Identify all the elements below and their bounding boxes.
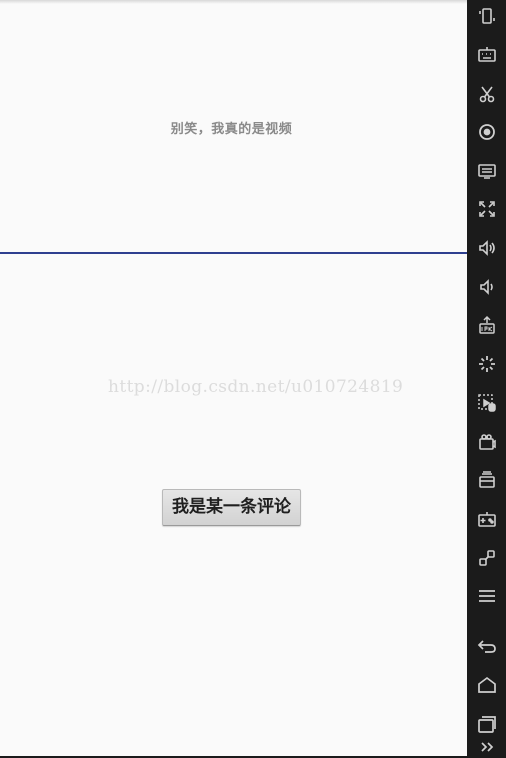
recent-apps-button[interactable] xyxy=(467,706,506,742)
display-button[interactable] xyxy=(467,153,506,189)
app-screen: 别笑，我真的是视频 http://blog.csdn.net/u01072481… xyxy=(0,0,467,756)
video-placeholder-text: 别笑，我真的是视频 xyxy=(170,122,293,137)
sd-card-icon xyxy=(478,471,495,488)
location-button[interactable] xyxy=(467,114,506,150)
more-button[interactable] xyxy=(467,738,506,758)
link-button[interactable] xyxy=(467,540,506,576)
keyboard-button[interactable] xyxy=(467,37,506,73)
display-icon xyxy=(477,164,496,179)
camera-button[interactable] xyxy=(467,424,506,460)
apk-install-icon xyxy=(478,315,495,334)
sd-card-button[interactable] xyxy=(467,462,506,498)
more-icon xyxy=(480,742,493,752)
camera-icon xyxy=(478,434,496,450)
apk-install-button[interactable] xyxy=(467,307,506,343)
watermark-text: http://blog.csdn.net/u010724819 xyxy=(108,377,404,397)
brightness-button[interactable] xyxy=(467,346,506,382)
scissors-icon xyxy=(479,86,494,103)
gamepad-button[interactable] xyxy=(467,501,506,537)
rotate-device-icon xyxy=(478,8,495,24)
location-icon xyxy=(478,124,495,140)
home-icon xyxy=(477,676,496,693)
fullscreen-icon xyxy=(478,201,495,217)
volume-down-button[interactable] xyxy=(467,269,506,305)
back-icon xyxy=(477,640,496,653)
screen-record-button[interactable] xyxy=(467,385,506,421)
volume-down-icon xyxy=(479,279,493,295)
rotate-device-button[interactable] xyxy=(467,0,506,34)
section-divider xyxy=(0,252,467,254)
scissors-button[interactable] xyxy=(467,76,506,112)
comment-button[interactable]: 我是某一条评论 xyxy=(162,489,301,526)
link-icon xyxy=(478,550,495,566)
back-button[interactable] xyxy=(467,628,506,664)
emulator-toolbar xyxy=(467,0,506,756)
brightness-icon xyxy=(478,356,495,372)
home-button[interactable] xyxy=(467,667,506,703)
fullscreen-button[interactable] xyxy=(467,191,506,227)
volume-up-icon xyxy=(478,240,495,256)
recent-apps-icon xyxy=(477,716,496,733)
keyboard-icon xyxy=(477,47,496,62)
screen-record-icon xyxy=(477,394,496,412)
video-view[interactable]: 别笑，我真的是视频 xyxy=(0,0,467,253)
menu-icon xyxy=(478,590,495,602)
menu-button[interactable] xyxy=(467,578,506,614)
volume-up-button[interactable] xyxy=(467,230,506,266)
gamepad-icon xyxy=(477,512,496,527)
